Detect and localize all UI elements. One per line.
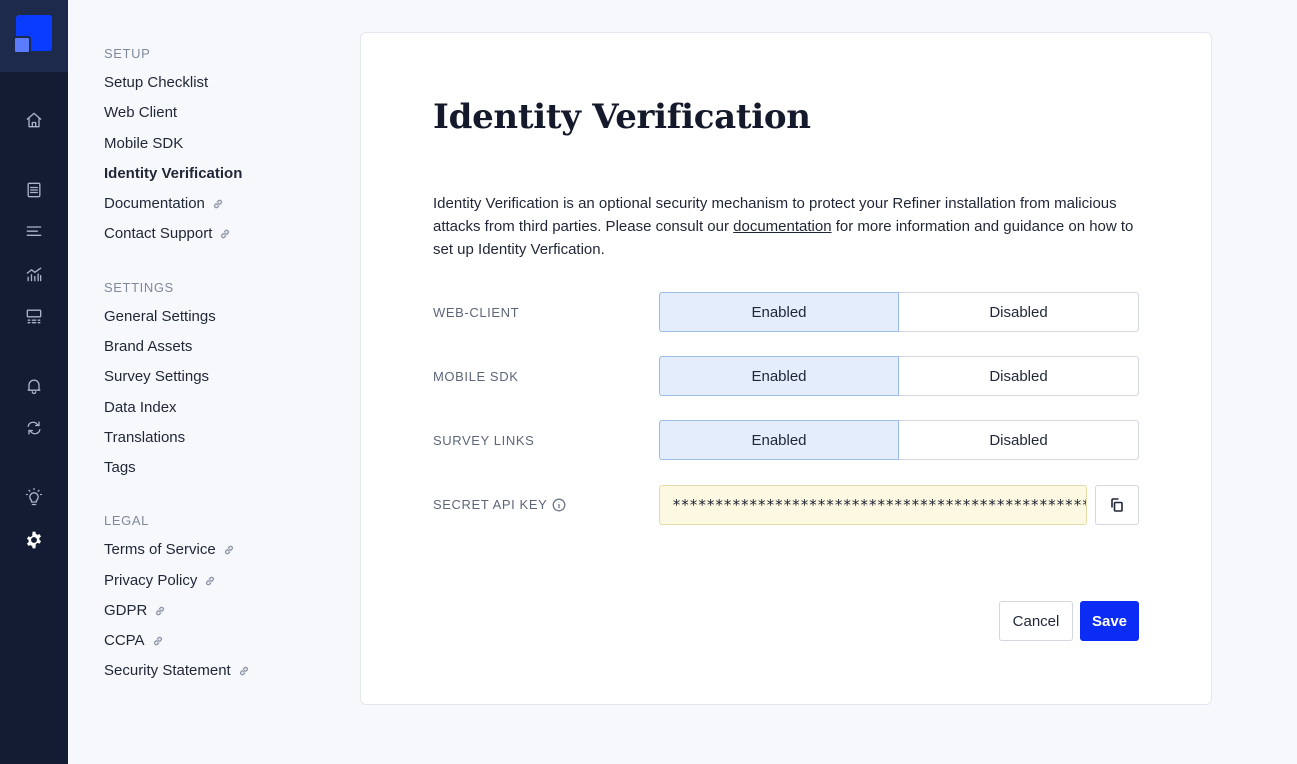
nav-item-label: Web Client: [104, 104, 178, 121]
external-link-icon: [237, 664, 251, 678]
nav-item-label: GDPR: [104, 602, 148, 619]
nav-item-label: Contact Support: [104, 225, 213, 242]
nav-item-label: Mobile SDK: [104, 135, 184, 152]
settings-card: Identity Verification Identity Verificat…: [360, 32, 1212, 705]
sync-icon[interactable]: [22, 416, 46, 440]
nav-item-label: Translations: [104, 429, 186, 446]
nav-item-label: Survey Settings: [104, 368, 210, 385]
nav-item-label: Data Index: [104, 399, 177, 416]
save-button[interactable]: Save: [1080, 601, 1139, 641]
list-icon[interactable]: [22, 178, 46, 202]
nav-item-label: Security Statement: [104, 662, 231, 679]
secret-api-key-label: SECRET API KEY: [433, 497, 566, 512]
web-client-label: WEB-CLIENT: [433, 305, 520, 320]
nav-heading-legal: LEGAL: [104, 513, 149, 528]
page-description: Identity Verification is an optional sec…: [433, 192, 1153, 261]
nav-item-security-statement[interactable]: Security Statement: [104, 662, 251, 679]
nav-item-brand-assets[interactable]: Brand Assets: [104, 338, 192, 355]
nav-item-terms-of-service[interactable]: Terms of Service: [104, 541, 236, 558]
copy-icon: [1111, 498, 1123, 512]
mobile-sdk-enabled-button[interactable]: Enabled: [659, 356, 899, 396]
external-link-icon: [211, 197, 225, 211]
mobile-sdk-disabled-button[interactable]: Disabled: [899, 356, 1139, 396]
nav-item-documentation[interactable]: Documentation: [104, 195, 225, 212]
nav-item-label: Privacy Policy: [104, 572, 198, 589]
web-client-disabled-button[interactable]: Disabled: [899, 292, 1139, 332]
nav-item-data-index[interactable]: Data Index: [104, 399, 177, 416]
icon-rail: [0, 0, 68, 764]
external-link-icon: [203, 574, 217, 588]
survey-links-enabled-button[interactable]: Enabled: [659, 420, 899, 460]
external-link-icon: [222, 543, 236, 557]
survey-links-disabled-button[interactable]: Disabled: [899, 420, 1139, 460]
lightbulb-icon[interactable]: [22, 485, 46, 509]
secret-api-key-field[interactable]: ****************************************…: [659, 485, 1087, 525]
mobile-sdk-label: MOBILE SDK: [433, 369, 519, 384]
nav-item-label: Documentation: [104, 195, 205, 212]
info-icon[interactable]: [552, 498, 566, 512]
nav-item-privacy-policy[interactable]: Privacy Policy: [104, 572, 217, 589]
segments-icon[interactable]: [22, 304, 46, 328]
nav-item-label: Terms of Service: [104, 541, 216, 558]
nav-heading-setup: SETUP: [104, 46, 151, 61]
nav-item-gdpr[interactable]: GDPR: [104, 602, 167, 619]
nav-item-tags[interactable]: Tags: [104, 459, 136, 476]
analytics-icon[interactable]: [22, 262, 46, 286]
home-icon[interactable]: [22, 108, 46, 132]
cancel-button[interactable]: Cancel: [999, 601, 1073, 641]
external-link-icon: [151, 634, 165, 648]
page-title: Identity Verification: [433, 97, 811, 137]
nav-item-label: Brand Assets: [104, 338, 193, 355]
external-link-icon: [218, 227, 232, 241]
nav-item-mobile-sdk[interactable]: Mobile SDK: [104, 135, 183, 152]
survey-links-label: SURVEY LINKS: [433, 433, 535, 448]
copy-button[interactable]: [1095, 485, 1139, 525]
nav-item-label: Tags: [104, 459, 136, 476]
nav-item-label: Setup Checklist: [104, 74, 209, 91]
secret-api-key-label-text: SECRET API KEY: [433, 497, 548, 512]
mobile-sdk-toggle: Enabled Disabled: [659, 356, 1139, 396]
gear-icon[interactable]: [22, 528, 46, 552]
nav-item-contact-support[interactable]: Contact Support: [104, 225, 232, 242]
nav-item-web-client[interactable]: Web Client: [104, 104, 177, 121]
external-link-icon: [153, 604, 167, 618]
documentation-link[interactable]: documentation: [733, 218, 831, 235]
nav-item-ccpa[interactable]: CCPA: [104, 632, 165, 649]
menu-icon[interactable]: [22, 220, 46, 244]
survey-links-toggle: Enabled Disabled: [659, 420, 1139, 460]
nav-item-setup-checklist[interactable]: Setup Checklist: [104, 74, 208, 91]
nav-item-label: General Settings: [104, 308, 216, 325]
bell-icon[interactable]: [22, 374, 46, 398]
nav-heading-settings: SETTINGS: [104, 280, 174, 295]
nav-item-identity-verification[interactable]: Identity Verification: [104, 165, 242, 182]
logo[interactable]: [0, 0, 68, 72]
web-client-enabled-button[interactable]: Enabled: [659, 292, 899, 332]
logo-square-small: [13, 36, 31, 54]
web-client-toggle: Enabled Disabled: [659, 292, 1139, 332]
nav-item-label: Identity Verification: [104, 165, 243, 182]
nav-item-label: CCPA: [104, 632, 145, 649]
nav-item-survey-settings[interactable]: Survey Settings: [104, 368, 209, 385]
nav-item-translations[interactable]: Translations: [104, 429, 185, 446]
nav-item-general-settings[interactable]: General Settings: [104, 308, 216, 325]
